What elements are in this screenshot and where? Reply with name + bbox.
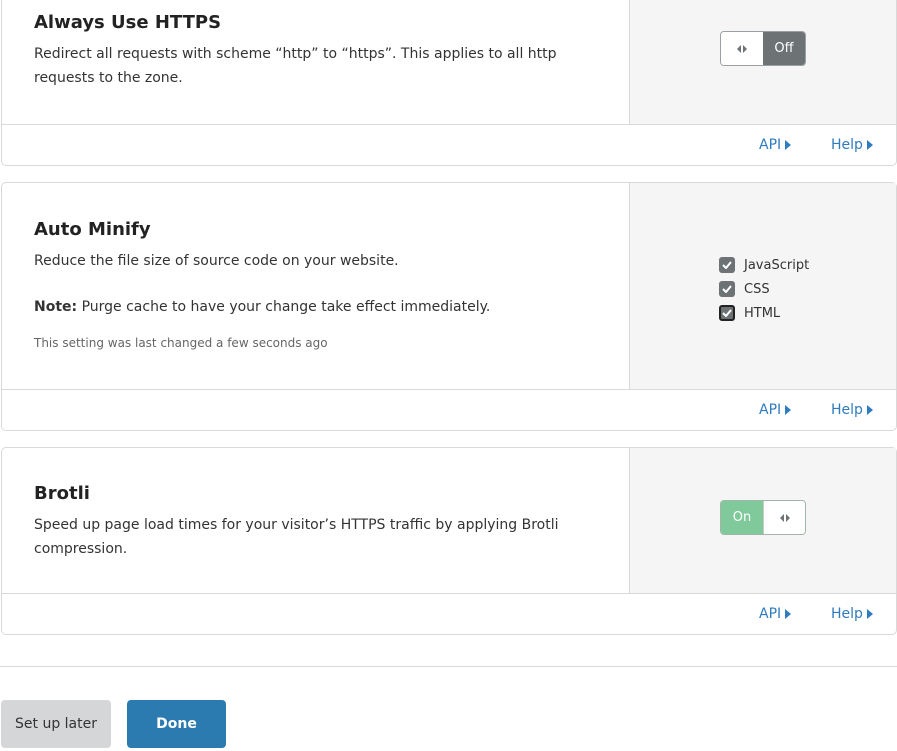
setting-description: Reduce the file size of source code on y… bbox=[34, 253, 399, 269]
checkbox-label: JavaScript bbox=[744, 257, 810, 273]
help-link-label: Help bbox=[831, 137, 863, 153]
brotli-toggle[interactable]: On bbox=[720, 500, 806, 535]
checkbox-checked-icon[interactable] bbox=[719, 281, 735, 297]
setting-title: Auto Minify bbox=[34, 219, 151, 240]
checkbox-label: CSS bbox=[744, 281, 770, 297]
caret-right-icon bbox=[866, 609, 873, 619]
done-button[interactable]: Done bbox=[127, 700, 226, 748]
setting-control-panel: Off bbox=[629, 0, 896, 124]
checkbox-checked-icon[interactable] bbox=[719, 305, 735, 321]
setting-card-brotli: Brotli Speed up page load times for your… bbox=[1, 447, 897, 635]
api-link[interactable]: API bbox=[759, 137, 792, 153]
checkbox-label: HTML bbox=[744, 305, 781, 321]
minify-options: JavaScript CSS HTML bbox=[719, 253, 809, 325]
caret-right-icon bbox=[785, 609, 792, 619]
checkbox-javascript[interactable]: JavaScript bbox=[719, 253, 809, 277]
setting-card-always-use-https: Always Use HTTPS Redirect all requests w… bbox=[1, 0, 897, 166]
toggle-knob[interactable] bbox=[721, 32, 763, 65]
api-link[interactable]: API bbox=[759, 606, 792, 622]
set-up-later-button[interactable]: Set up later bbox=[1, 700, 111, 748]
checkbox-css[interactable]: CSS bbox=[719, 277, 809, 301]
caret-right-icon bbox=[785, 405, 792, 415]
note-text: Purge cache to have your change take eff… bbox=[77, 299, 491, 315]
last-changed-text: This setting was last changed a few seco… bbox=[34, 336, 328, 350]
help-link-label: Help bbox=[831, 402, 863, 418]
api-link-label: API bbox=[759, 606, 782, 622]
drag-arrows-icon bbox=[737, 44, 747, 53]
setting-control-panel: JavaScript CSS HTML bbox=[629, 183, 896, 389]
setting-note: Note: Purge cache to have your change ta… bbox=[34, 295, 597, 319]
setting-title: Brotli bbox=[34, 483, 90, 504]
help-link[interactable]: Help bbox=[831, 402, 873, 418]
setting-title: Always Use HTTPS bbox=[34, 12, 222, 33]
help-link[interactable]: Help bbox=[831, 137, 873, 153]
note-label: Note: bbox=[34, 299, 78, 315]
api-link-label: API bbox=[759, 137, 782, 153]
caret-right-icon bbox=[785, 140, 792, 150]
help-link-label: Help bbox=[831, 606, 863, 622]
checkbox-checked-icon[interactable] bbox=[719, 257, 735, 273]
setting-control-panel: On bbox=[629, 448, 896, 593]
drag-arrows-icon bbox=[779, 513, 790, 522]
toggle-knob[interactable] bbox=[763, 501, 805, 534]
toggle-state-label: On bbox=[721, 501, 763, 534]
setting-description: Speed up page load times for your visito… bbox=[34, 517, 559, 557]
api-link[interactable]: API bbox=[759, 402, 792, 418]
always-use-https-toggle[interactable]: Off bbox=[720, 31, 806, 66]
caret-right-icon bbox=[866, 405, 873, 415]
footer-divider bbox=[0, 666, 897, 667]
toggle-state-label: Off bbox=[763, 32, 805, 65]
setting-description: Redirect all requests with scheme “http”… bbox=[34, 46, 557, 86]
setting-card-auto-minify: Auto Minify Reduce the file size of sour… bbox=[1, 182, 897, 431]
api-link-label: API bbox=[759, 402, 782, 418]
caret-right-icon bbox=[866, 140, 873, 150]
help-link[interactable]: Help bbox=[831, 606, 873, 622]
checkbox-html[interactable]: HTML bbox=[719, 301, 809, 325]
